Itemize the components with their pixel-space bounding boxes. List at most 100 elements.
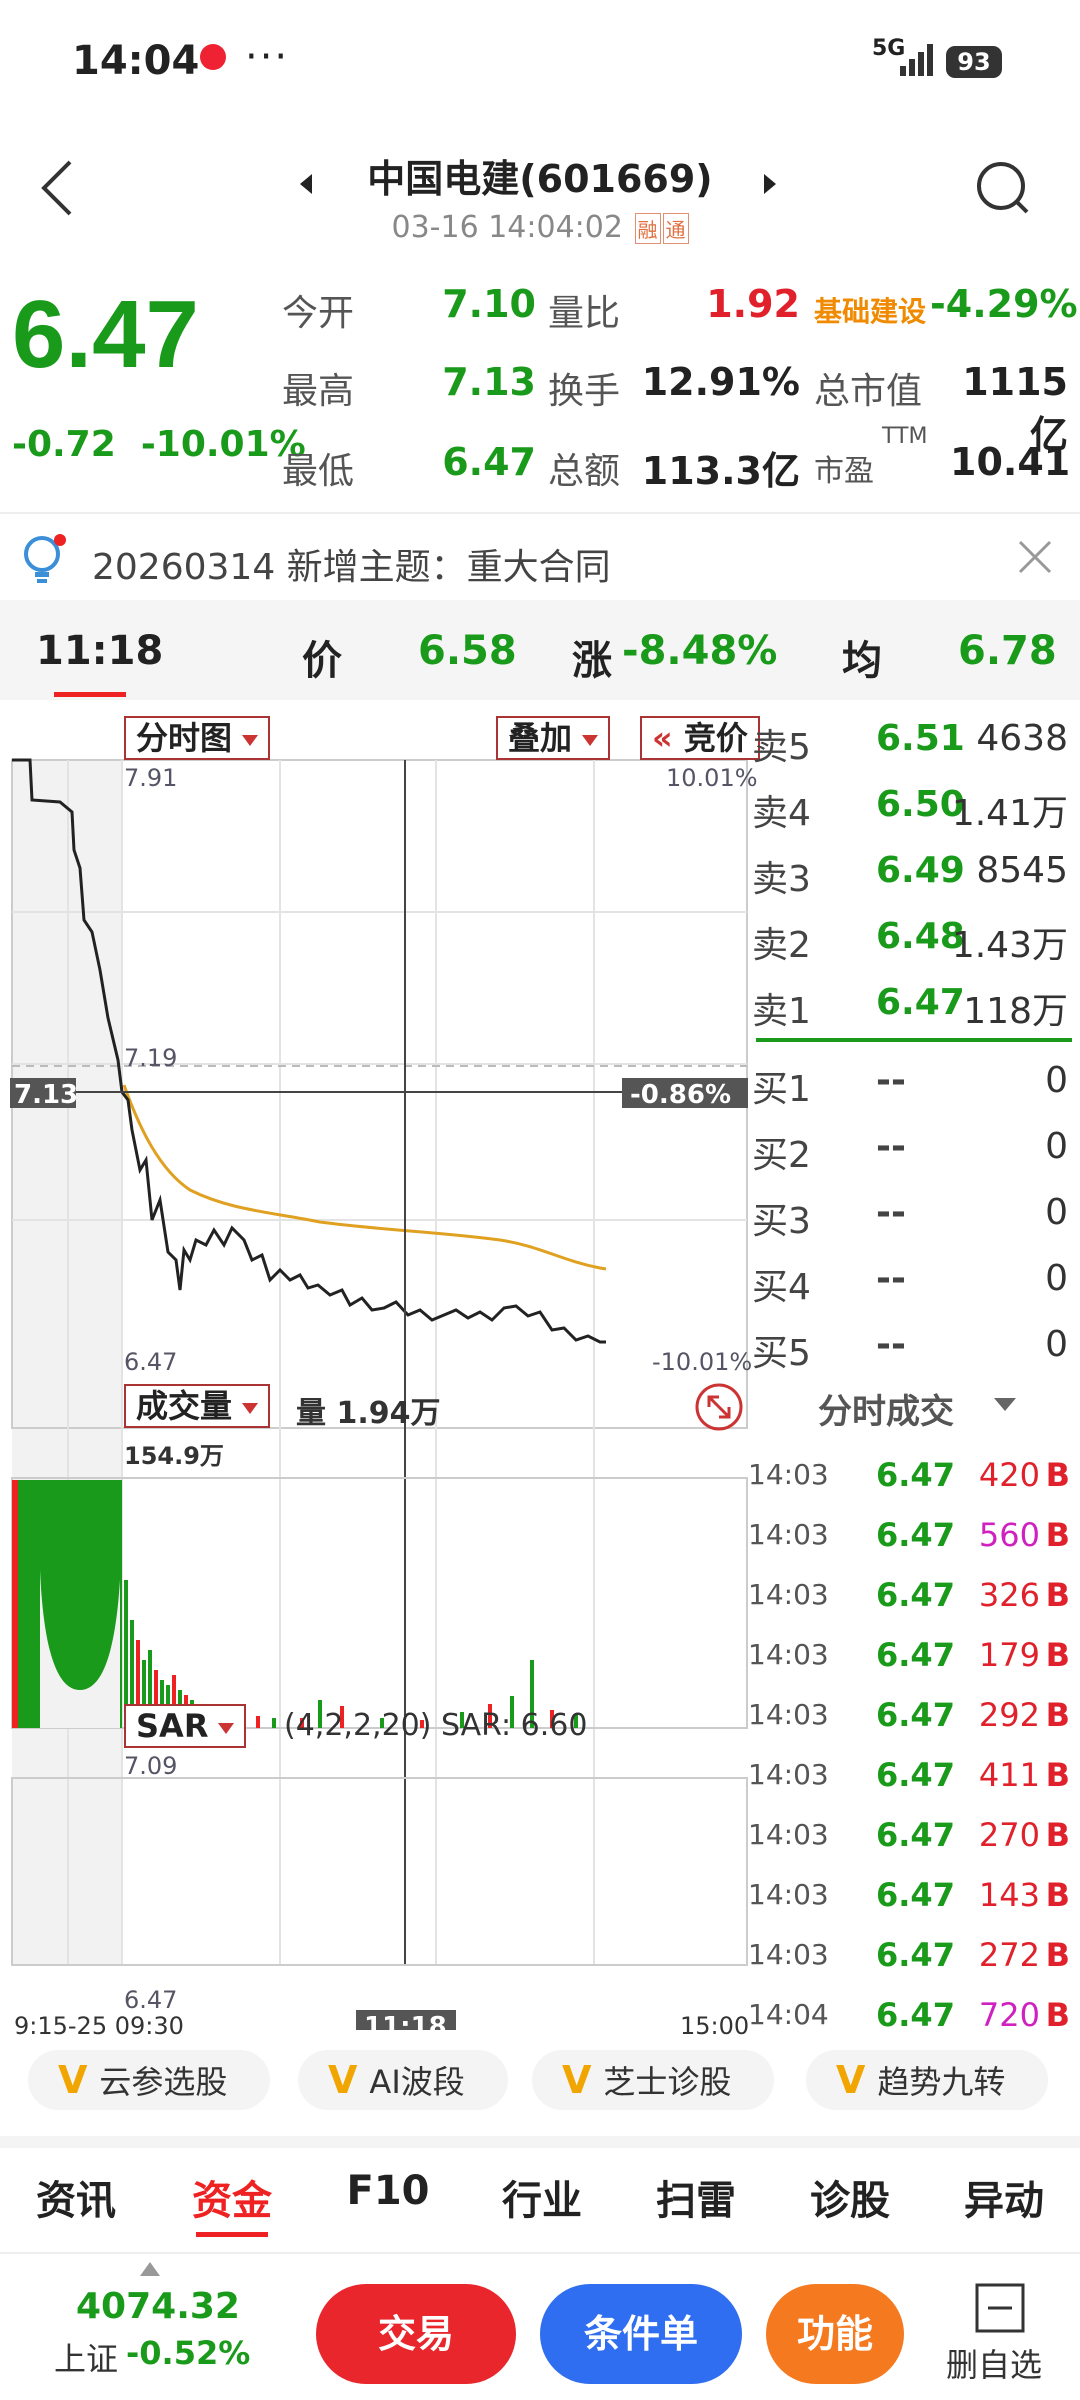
high-value: 7.13 [442,360,536,404]
tick-price: 6.47 [876,1756,955,1794]
order-book-row[interactable]: 卖3 6.49 8545 [752,840,1070,904]
stock-title: 中国电建(601669) [367,157,713,201]
location-icon [200,44,226,70]
section-gap [0,2136,1080,2148]
order-book-row[interactable]: 卖2 6.48 1.43万 [752,906,1070,970]
book-price: 6.51 [876,718,965,759]
feature-chip[interactable]: V 芝士诊股 [532,2050,774,2110]
active-tab-indicator [196,2232,268,2237]
change-pct: -10.01% [140,424,306,465]
tick-volume: 143 [978,1876,1040,1914]
order-book-row[interactable]: 卖5 6.51 4638 [752,708,1070,772]
expand-icon[interactable] [694,1382,744,1432]
price-axis-low: 6.47 [124,1348,178,1376]
tab-item[interactable]: 异动 [934,2168,1074,2226]
tick-side: B [1045,1576,1070,1614]
ticks-title[interactable]: 分时成交 [818,1384,954,1433]
feature-label: AI波段 [369,2063,465,2101]
tick-volume: 326 [978,1576,1040,1614]
tab-item[interactable]: 资金 [162,2168,302,2226]
auction-button[interactable]: « 竞价 [640,716,760,760]
intraday-chart[interactable] [0,700,752,2030]
book-volume: 0 [1045,1324,1068,1365]
price-axis-mid: 7.19 [124,1044,178,1072]
tick-row: 14:03 6.47 272 B [748,1928,1070,1988]
book-level-label: 买1 [752,1069,811,1110]
condition-order-button[interactable]: 条件单 [540,2284,742,2384]
market-cap-label: 总市值 [814,371,923,412]
book-level-label: 买5 [752,1333,811,1374]
sector-label[interactable]: 基础建设 [814,290,926,330]
close-icon[interactable] [1016,538,1054,576]
tick-time: 14:03 [748,1518,829,1551]
feature-chip[interactable]: V 趋势九转 [806,2050,1048,2110]
tick-side: B [1045,1876,1070,1914]
amount-label: 总额 [548,451,621,492]
tick-price: 6.47 [876,1636,955,1674]
overlay-dropdown[interactable]: 叠加 [496,716,611,760]
book-level-label: 买3 [752,1201,811,1242]
tick-side: B [1045,1756,1070,1794]
book-volume: 0 [1045,1060,1068,1101]
quote-datetime: 03-16 14:04:02 融通 [0,210,1080,245]
tab-item[interactable]: 扫雷 [626,2168,766,2226]
volume-text: 量 1.94万 [296,1396,441,1431]
tick-row: 14:03 6.47 270 B [748,1808,1070,1868]
search-icon[interactable] [975,160,1029,214]
tick-volume: 720 [978,1996,1040,2034]
tick-time: 14:03 [748,1698,829,1731]
tab-item[interactable]: F10 [318,2168,458,2214]
cursor-pct-tag: -0.86% [630,1080,731,1110]
cursor-price-label: 价 [302,638,342,684]
book-level-label: 买2 [752,1135,811,1176]
volume-ratio-value: 1.92 [706,282,800,326]
function-button[interactable]: 功能 [766,2284,904,2384]
tick-side: B [1045,1636,1070,1674]
tick-time: 14:03 [748,1458,829,1491]
tick-time: 14:03 [748,1938,829,1971]
ticks-dropdown-icon[interactable] [994,1398,1016,1411]
tick-price: 6.47 [876,1936,955,1974]
sar-dropdown[interactable]: SAR [124,1704,247,1748]
tab-item[interactable]: 资讯 [6,2168,146,2226]
sector-change: -4.29% [930,282,1078,326]
index-value[interactable]: 4074.32 [76,2286,240,2327]
feature-chip[interactable]: V 云参选股 [28,2050,270,2110]
chart-mode-dropdown[interactable]: 分时图 [124,716,271,760]
price-axis-high: 7.91 [124,764,178,792]
order-book-row[interactable]: 买1 -- 0 [752,1050,1070,1114]
cursor-time: 11:18 [36,628,164,674]
book-price: -- [876,1324,906,1365]
battery-icon: 93 [946,46,1002,78]
feature-chip[interactable]: V AI波段 [298,2050,508,2110]
order-book-row[interactable]: 卖1 6.47 118万 [752,972,1070,1036]
tab-item[interactable]: 诊股 [780,2168,920,2226]
tick-time: 14:03 [748,1578,829,1611]
tab-item[interactable]: 行业 [472,2168,612,2226]
cursor-price-tag: 7.13 [14,1080,79,1110]
tick-volume: 272 [978,1936,1040,1974]
cursor-info-row: 11:18 价 6.58 涨 -8.48% 均 6.78 [0,600,1080,700]
tick-volume: 179 [978,1636,1040,1674]
cursor-price: 6.58 [418,628,517,674]
order-book-row[interactable]: 买4 -- 0 [752,1248,1070,1312]
trade-button[interactable]: 交易 [316,2284,516,2384]
volume-dropdown[interactable]: 成交量 [124,1384,271,1428]
book-volume: 1.41万 [951,793,1068,834]
order-book-row[interactable]: 买2 -- 0 [752,1116,1070,1180]
cursor-avg: 6.78 [958,628,1057,674]
chevron-down-icon [582,734,599,746]
order-book-row[interactable]: 买5 -- 0 [752,1314,1070,1378]
theme-notice[interactable]: 20260314 新增主题：重大合同 [0,516,1080,600]
order-book-row[interactable]: 买3 -- 0 [752,1182,1070,1246]
remove-watchlist-icon[interactable] [974,2282,1026,2334]
next-arrow-icon[interactable] [764,174,776,194]
remove-watchlist-label[interactable]: 删自选 [946,2340,1042,2386]
tick-price: 6.47 [876,1696,955,1734]
order-book-row[interactable]: 卖4 6.50 1.41万 [752,774,1070,838]
volume-axis-max: 154.9万 [124,1442,224,1470]
tick-volume: 270 [978,1816,1040,1854]
pe-label: 市盈 [814,454,874,489]
index-name: 上证 [54,2340,119,2378]
book-volume: 0 [1045,1126,1068,1167]
